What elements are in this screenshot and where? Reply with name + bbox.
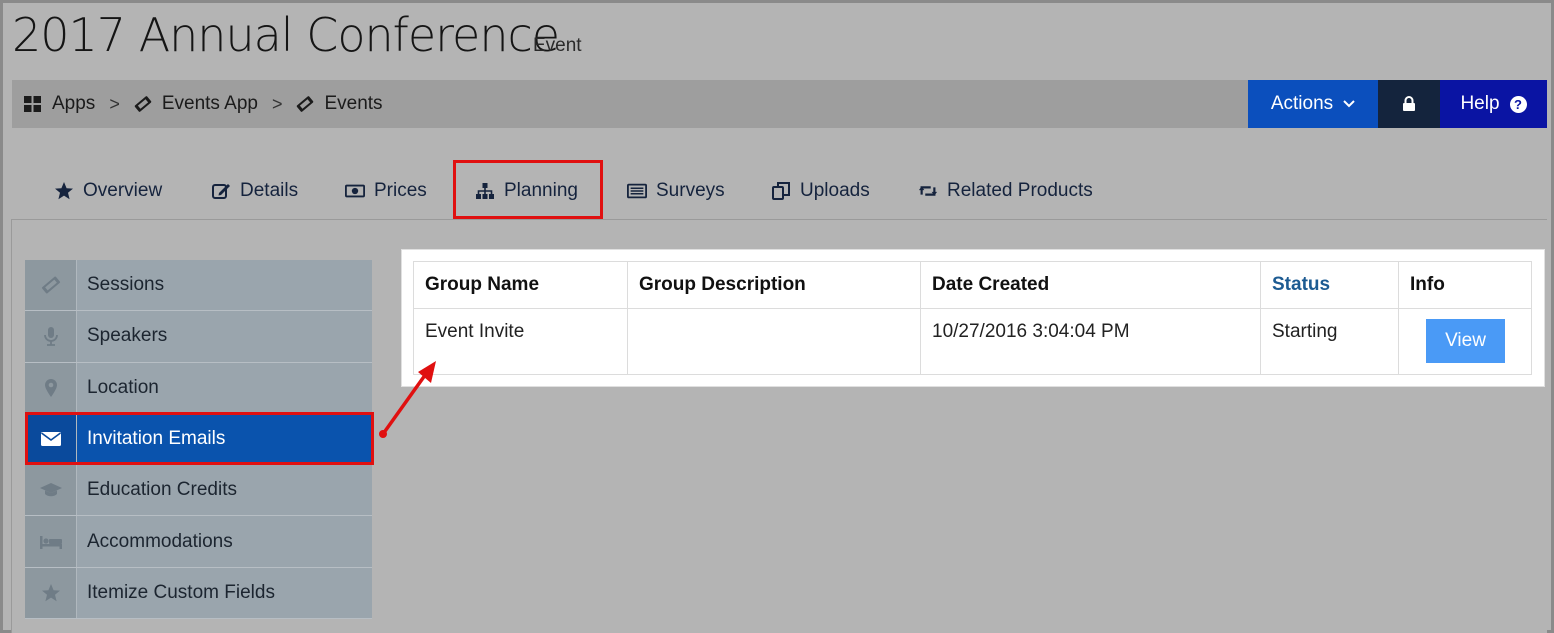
sidebar-item-accommodations[interactable]: Accommodations [25, 516, 372, 568]
table-row: Event Invite 10/27/2016 3:04:04 PM Start… [413, 308, 1532, 375]
retweet-icon [918, 186, 938, 196]
tab-label: Details [240, 180, 299, 201]
chevron-down-icon [1343, 100, 1355, 108]
money-icon [345, 184, 365, 198]
graduation-cap-icon [39, 483, 62, 497]
breadcrumb-item-apps[interactable]: Apps [24, 93, 95, 115]
ticket-icon [41, 276, 60, 294]
tab-related-products[interactable]: Related Products [918, 163, 1093, 219]
breadcrumb-label: Events [324, 93, 383, 114]
actions-button[interactable]: Actions [1248, 80, 1378, 128]
column-header-status[interactable]: Status [1260, 261, 1399, 309]
sidebar-item-speakers[interactable]: Speakers [25, 311, 372, 363]
help-label: Help [1460, 93, 1500, 114]
sidebar-item-itemize-custom-fields[interactable]: Itemize Custom Fields [25, 567, 372, 620]
question-circle-icon: ? [1509, 95, 1527, 113]
groups-table-card: Group Name Group Description Date Create… [401, 249, 1545, 387]
cell-date-created: 10/27/2016 3:04:04 PM [920, 308, 1261, 375]
lock-icon [1403, 96, 1415, 111]
page-title: 2017 Annual Conference [12, 8, 560, 62]
column-header-group-name[interactable]: Group Name [413, 261, 628, 309]
breadcrumb-label: Events App [161, 93, 258, 114]
breadcrumb-label: Apps [52, 93, 96, 114]
tab-label: Prices [374, 180, 427, 201]
sidebar-item-label: Accommodations [87, 530, 233, 552]
map-marker-icon [44, 378, 57, 397]
annotation-arrow [379, 361, 436, 438]
ticket-icon [134, 96, 152, 112]
planning-highlight-box [453, 160, 603, 219]
tab-prices[interactable]: Prices [345, 163, 427, 219]
tab-surveys[interactable]: Surveys [627, 163, 725, 219]
breadcrumb-separator: > [109, 93, 120, 114]
sidebar-item-label: Sessions [87, 274, 165, 296]
column-header-group-description[interactable]: Group Description [627, 261, 921, 309]
tab-label: Surveys [656, 180, 725, 201]
sidebar-item-education-credits[interactable]: Education Credits [25, 465, 372, 517]
tab-overview[interactable]: Overview [54, 163, 162, 219]
actions-label: Actions [1270, 93, 1334, 114]
tab-label: Related Products [947, 180, 1093, 201]
column-header-date-created[interactable]: Date Created [920, 261, 1261, 309]
page-subtitle: Event [533, 35, 582, 56]
edit-icon [212, 184, 230, 199]
breadcrumb-separator: > [271, 93, 283, 114]
lock-button[interactable] [1378, 80, 1440, 128]
microphone-icon [43, 327, 58, 347]
sidebar-item-label: Education Credits [87, 479, 237, 501]
ticket-icon [297, 96, 314, 112]
tab-details[interactable]: Details [211, 163, 298, 219]
cell-status: Starting [1260, 308, 1399, 375]
sidebar-item-location[interactable]: Location [25, 362, 372, 414]
breadcrumb-item-events[interactable]: Events [296, 93, 383, 115]
cell-info: View [1398, 308, 1532, 375]
invitation-emails-highlight-box [25, 412, 374, 465]
star-icon [55, 182, 73, 200]
help-button[interactable]: Help ? [1440, 80, 1547, 128]
sidebar-item-label: Speakers [87, 325, 168, 347]
sidebar-item-sessions[interactable]: Sessions [25, 260, 372, 312]
sidebar-item-label: Itemize Custom Fields [87, 581, 275, 603]
groups-table: Group Name Group Description Date Create… [413, 261, 1532, 375]
column-header-info: Info [1398, 261, 1532, 309]
star-icon [41, 583, 60, 602]
breadcrumb: Apps > Events App > Events [24, 80, 383, 128]
sidebar-item-label: Location [87, 376, 159, 398]
tab-label: Overview [83, 180, 163, 201]
tab-uploads[interactable]: Uploads [771, 163, 870, 219]
breadcrumb-item-events-app[interactable]: Events App [134, 93, 258, 115]
view-button[interactable]: View [1426, 319, 1505, 363]
list-icon [627, 183, 647, 199]
cell-group-description [627, 308, 921, 375]
bed-icon [39, 535, 62, 549]
table-header-row: Group Name Group Description Date Create… [413, 261, 1532, 309]
tab-label: Uploads [800, 180, 870, 201]
grid-icon [24, 96, 41, 112]
copy-icon [772, 182, 790, 200]
